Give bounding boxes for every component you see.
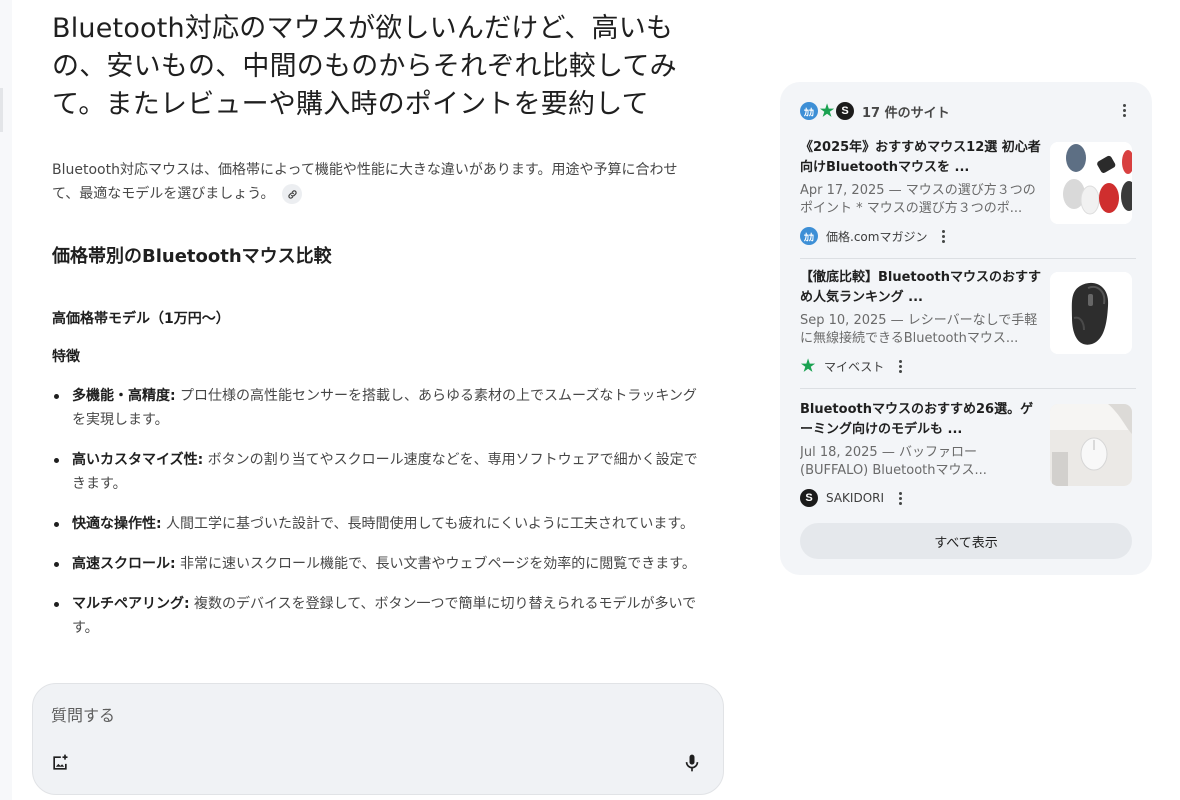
feature-text: 非常に速いスクロール機能で、長い文書やウェブページを効率的に閲覧できます。 xyxy=(175,556,696,572)
link-icon[interactable] xyxy=(282,184,303,204)
query-title: Bluetooth対応のマウスが欲しいんだけど、高いもの、安いもの、中間のものか… xyxy=(52,13,677,120)
source-snippet: Sep 10, 2025 — レシーバーなしで手軽に無線接続できるBluetoo… xyxy=(800,313,1038,346)
source-snippet: Jul 18, 2025 — バッファロー(BUFFALO) Bluetooth… xyxy=(800,445,987,478)
answer-summary-text: Bluetooth対応マウスは、価格帯によって機能や性能に大きな違いがあります。… xyxy=(52,162,678,202)
source-site: S SAKIDORI xyxy=(800,489,908,507)
show-all-button[interactable]: すべて表示 xyxy=(800,523,1132,559)
feature-list: 多機能・高精度: プロ仕様の高性能センサーを搭載し、あらゆる素材の上でスムーズな… xyxy=(52,384,712,640)
source-title[interactable]: 【徹底比較】Bluetoothマウスのおすすめ人気ランキング ... xyxy=(800,268,1044,308)
site-name: 価格.comマガジン xyxy=(826,229,928,244)
feature-text: 人間工学に基づいた設計で、長時間使用しても疲れにくいように工夫されています。 xyxy=(161,516,694,532)
feature-term: 高速スクロール: xyxy=(72,556,176,572)
tier-heading: 高価格帯モデル（1万円〜） xyxy=(52,311,230,327)
features-heading: 特徴 xyxy=(52,349,80,365)
source-card[interactable]: Bluetoothマウスのおすすめ26選。ゲーミング向けのモデルも ... Ju… xyxy=(800,400,1132,518)
feature-item: 快適な操作性: 人間工学に基づいた設計で、長時間使用しても疲れにくいように工夫さ… xyxy=(52,512,704,536)
feature-item: 高速スクロール: 非常に速いスクロール機能で、長い文書やウェブページを効率的に閲… xyxy=(52,552,704,576)
source-title[interactable]: Bluetoothマウスのおすすめ26選。ゲーミング向けのモデルも ... xyxy=(800,400,1044,440)
feature-term: 高いカスタマイズ性: xyxy=(72,452,204,468)
source-favicons: ｶｶ ★ S xyxy=(800,102,854,120)
black-ergonomic-mouse-thumbnail[interactable] xyxy=(1050,272,1132,354)
source-site: ｶｶ 価格.comマガジン xyxy=(800,227,951,245)
feature-item: 高いカスタマイズ性: ボタンの割り当てやスクロール速度などを、専用ソフトウェアで… xyxy=(52,448,704,496)
kakaku-favicon-icon: ｶｶ xyxy=(800,227,818,245)
feature-item: 多機能・高精度: プロ仕様の高性能センサーを搭載し、あらゆる素材の上でスムーズな… xyxy=(52,384,704,432)
more-options-icon[interactable] xyxy=(892,488,908,508)
white-mouse-desk-thumbnail[interactable] xyxy=(1050,404,1132,486)
question-input[interactable] xyxy=(51,702,651,728)
mybest-favicon-icon: ★ xyxy=(819,103,835,120)
kakaku-favicon-icon: ｶｶ xyxy=(800,102,818,120)
sources-panel: ｶｶ ★ S 17 件のサイト 《2025年》おすすめマウス12選 初心者向けB… xyxy=(780,82,1152,575)
sakidori-favicon-icon: S xyxy=(836,102,854,120)
add-image-icon[interactable] xyxy=(47,750,73,776)
sources-count: 17 件のサイト xyxy=(862,105,950,121)
more-options-icon[interactable] xyxy=(1116,100,1132,120)
question-composer xyxy=(32,683,724,795)
site-name: SAKIDORI xyxy=(826,491,885,505)
more-options-icon[interactable] xyxy=(892,356,908,376)
divider xyxy=(800,388,1136,389)
answer-area: Bluetooth対応のマウスが欲しいんだけど、高いもの、安いもの、中間のものか… xyxy=(52,0,712,680)
feature-term: 快適な操作性: xyxy=(72,516,162,532)
source-card[interactable]: 《2025年》おすすめマウス12選 初心者向けBluetoothマウスを ...… xyxy=(800,138,1132,256)
answer-summary: Bluetooth対応マウスは、価格帯によって機能や性能に大きな違いがあります。… xyxy=(52,158,702,206)
mybest-favicon-icon: ★ xyxy=(800,358,816,375)
sources-header: ｶｶ ★ S 17 件のサイト xyxy=(800,100,950,122)
site-name: マイベスト xyxy=(824,359,885,374)
sakidori-favicon-icon: S xyxy=(800,489,818,507)
source-title[interactable]: 《2025年》おすすめマウス12選 初心者向けBluetoothマウスを ... xyxy=(800,138,1044,178)
source-card[interactable]: 【徹底比較】Bluetoothマウスのおすすめ人気ランキング ... Sep 1… xyxy=(800,268,1132,386)
divider xyxy=(800,258,1136,259)
feature-term: 多機能・高精度: xyxy=(72,388,176,404)
left-rail-indicator xyxy=(0,88,3,132)
feature-term: マルチペアリング: xyxy=(72,596,190,612)
source-snippet: Apr 17, 2025 — マウスの選び方３つのポイント * マウスの選び方３… xyxy=(800,183,1036,216)
assorted-mice-thumbnail[interactable] xyxy=(1050,142,1132,224)
mic-icon[interactable] xyxy=(679,750,705,776)
left-rail xyxy=(0,0,12,800)
more-options-icon[interactable] xyxy=(935,226,951,246)
source-site: ★ マイベスト xyxy=(800,357,908,375)
feature-item: マルチペアリング: 複数のデバイスを登録して、ボタン一つで簡単に切り替えられるモ… xyxy=(52,592,704,640)
section-title: 価格帯別のBluetoothマウス比較 xyxy=(52,246,332,267)
